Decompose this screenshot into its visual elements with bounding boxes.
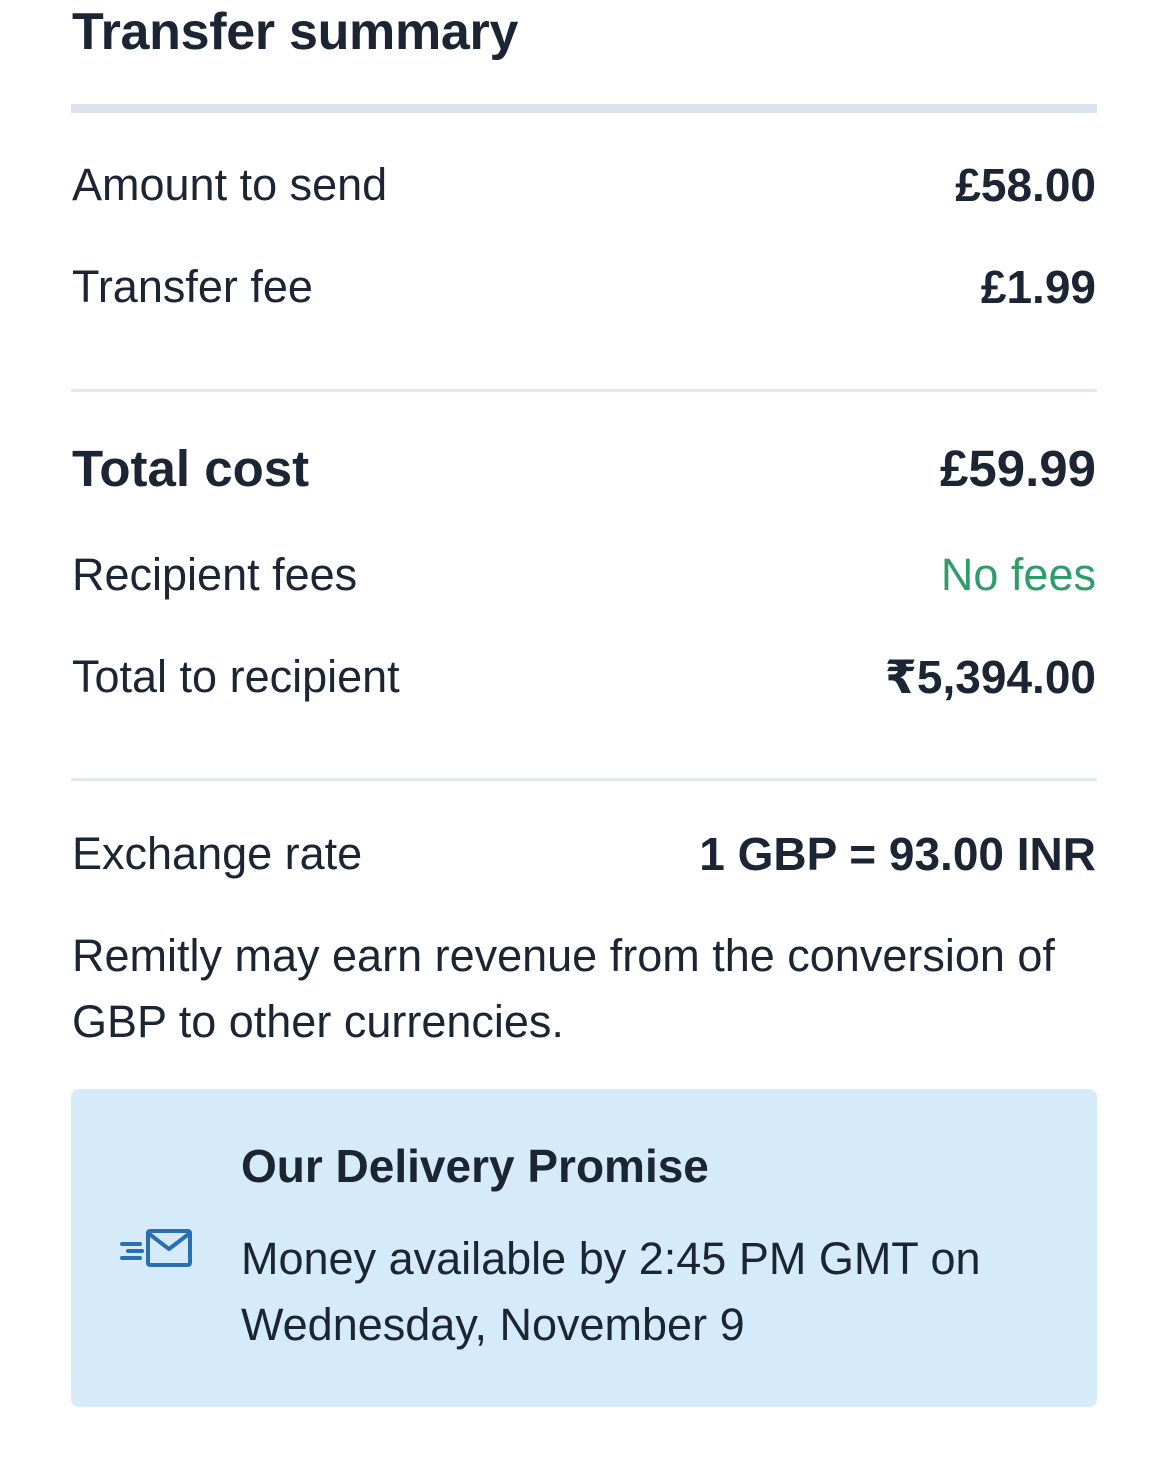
exchange-rate-label: Exchange rate [72, 828, 363, 879]
conversion-disclaimer: Remitly may earn revenue from the conver… [72, 930, 1055, 1047]
amount-to-send-label: Amount to send [72, 159, 388, 210]
delivery-promise-body: Money available by 2:45 PM GMT on Wednes… [241, 1233, 981, 1350]
recipient-fees-value: No fees [940, 549, 1096, 600]
exchange-rate-row: Exchange rate 1 GBP = 93.00 INR [72, 824, 1096, 884]
delivery-promise-card: Our Delivery Promise Money available by … [71, 1089, 1097, 1407]
amount-to-send-row: Amount to send £58.00 [72, 155, 1096, 215]
transfer-fee-row: Transfer fee £1.99 [72, 257, 1096, 317]
section-divider [71, 778, 1097, 781]
total-to-recipient-row: Total to recipient ₹5,394.00 [72, 647, 1096, 707]
total-to-recipient-value: ₹5,394.00 [884, 651, 1096, 703]
fast-envelope-icon [120, 1229, 192, 1267]
page-title: Transfer summary [72, 3, 519, 61]
title-divider [71, 104, 1097, 113]
total-cost-value: £59.99 [940, 439, 1096, 497]
total-cost-label: Total cost [72, 439, 310, 497]
amount-to-send-value: £58.00 [955, 159, 1096, 211]
section-divider [71, 389, 1097, 392]
total-cost-row: Total cost £59.99 [72, 438, 1096, 498]
recipient-fees-row: Recipient fees No fees [72, 545, 1096, 605]
exchange-rate-value: 1 GBP = 93.00 INR [699, 828, 1096, 880]
delivery-promise-title: Our Delivery Promise [241, 1140, 709, 1192]
transfer-fee-value: £1.99 [980, 261, 1096, 313]
transfer-fee-label: Transfer fee [72, 261, 313, 312]
total-to-recipient-label: Total to recipient [72, 651, 400, 702]
recipient-fees-label: Recipient fees [72, 549, 358, 600]
